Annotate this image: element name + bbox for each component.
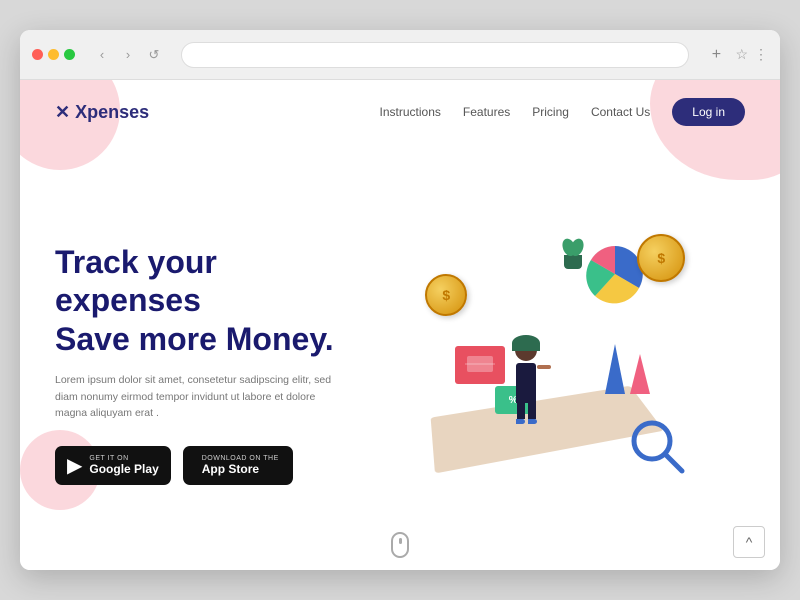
app-store-label: App Store	[202, 462, 279, 476]
nav-links: Instructions Features Pricing Contact Us…	[380, 98, 745, 126]
scroll-dot	[399, 538, 402, 544]
iso-floor	[431, 386, 664, 474]
nav-features[interactable]: Features	[463, 105, 510, 119]
new-tab-button[interactable]: +	[705, 44, 727, 66]
logo: ✕ Xpenses	[55, 102, 149, 123]
google-play-text: GET IT ON Google Play	[89, 455, 158, 476]
app-store-label-top: Download on the	[202, 455, 279, 462]
google-play-icon: ▶	[67, 453, 82, 478]
refresh-button[interactable]: ↺	[143, 44, 165, 66]
bookmark-icon[interactable]: ☆	[735, 46, 748, 63]
website-content: ✕ Xpenses Instructions Features Pricing …	[20, 80, 780, 570]
browser-window: ‹ › ↺ + ☆ ⋮ ✕ Xpenses Instructions Featu…	[20, 30, 780, 570]
traffic-lights	[32, 49, 75, 60]
plant	[561, 239, 585, 269]
character-head	[515, 339, 537, 361]
hero-description: Lorem ipsum dolor sit amet, consetetur s…	[55, 372, 335, 422]
logo-icon: ✕	[55, 102, 70, 123]
coin-right: $	[637, 234, 685, 282]
pie-chart-svg	[585, 244, 645, 304]
monitor-box	[455, 346, 505, 384]
address-bar[interactable]	[181, 42, 689, 68]
scroll-indicator	[391, 532, 409, 558]
hero-title-line1: Track your expenses	[55, 244, 217, 318]
character-shoes	[516, 419, 537, 424]
back-button[interactable]: ‹	[91, 44, 113, 66]
logo-text: Xpenses	[75, 102, 149, 123]
arrow-up-blue	[605, 344, 625, 394]
navbar: ✕ Xpenses Instructions Features Pricing …	[20, 80, 780, 144]
character	[515, 339, 537, 424]
character-body	[516, 363, 536, 403]
google-play-label: Google Play	[89, 462, 158, 476]
hero-title: Track your expenses Save more Money.	[55, 243, 366, 358]
coin-symbol-right: $	[657, 250, 665, 266]
hero-section: Track your expenses Save more Money. Lor…	[20, 144, 780, 564]
pie-chart	[585, 244, 645, 304]
maximize-button[interactable]	[64, 49, 75, 60]
coin-symbol-left: $	[442, 287, 450, 303]
arrow-up-pink	[630, 354, 650, 394]
close-button[interactable]	[32, 49, 43, 60]
magnifier	[630, 419, 685, 474]
plant-pot	[564, 255, 582, 269]
character-shoe-right	[528, 419, 537, 424]
character-hair	[512, 335, 540, 351]
magnifier-svg	[630, 419, 685, 474]
hero-title-line2: Save more Money.	[55, 321, 334, 357]
browser-actions: ☆ ⋮	[735, 46, 768, 63]
browser-nav: ‹ › ↺	[91, 44, 165, 66]
nav-instructions[interactable]: Instructions	[380, 105, 441, 119]
minimize-button[interactable]	[48, 49, 59, 60]
menu-icon[interactable]: ⋮	[754, 46, 768, 63]
app-store-button[interactable]: Download on the App Store	[183, 446, 293, 485]
nav-contact[interactable]: Contact Us	[591, 105, 650, 119]
browser-chrome: ‹ › ↺ + ☆ ⋮	[20, 30, 780, 80]
hero-content: Track your expenses Save more Money. Lor…	[55, 243, 366, 486]
back-to-top-button[interactable]: ^	[733, 526, 765, 558]
google-play-label-top: GET IT ON	[89, 455, 158, 462]
login-button[interactable]: Log in	[672, 98, 745, 126]
forward-button[interactable]: ›	[117, 44, 139, 66]
iso-scene: %	[405, 224, 705, 504]
character-leg-right	[528, 403, 536, 419]
coin-left: $	[425, 274, 467, 316]
character-legs	[517, 403, 536, 419]
store-buttons: ▶ GET IT ON Google Play Download on the …	[55, 446, 366, 485]
scroll-mouse-icon	[391, 532, 409, 558]
hero-illustration: %	[366, 204, 746, 524]
character-shoe-left	[516, 419, 525, 424]
character-leg-left	[517, 403, 525, 419]
character-arm	[537, 365, 551, 369]
nav-pricing[interactable]: Pricing	[532, 105, 569, 119]
monitor-icon	[465, 354, 495, 376]
google-play-button[interactable]: ▶ GET IT ON Google Play	[55, 446, 171, 485]
app-store-text: Download on the App Store	[202, 455, 279, 476]
